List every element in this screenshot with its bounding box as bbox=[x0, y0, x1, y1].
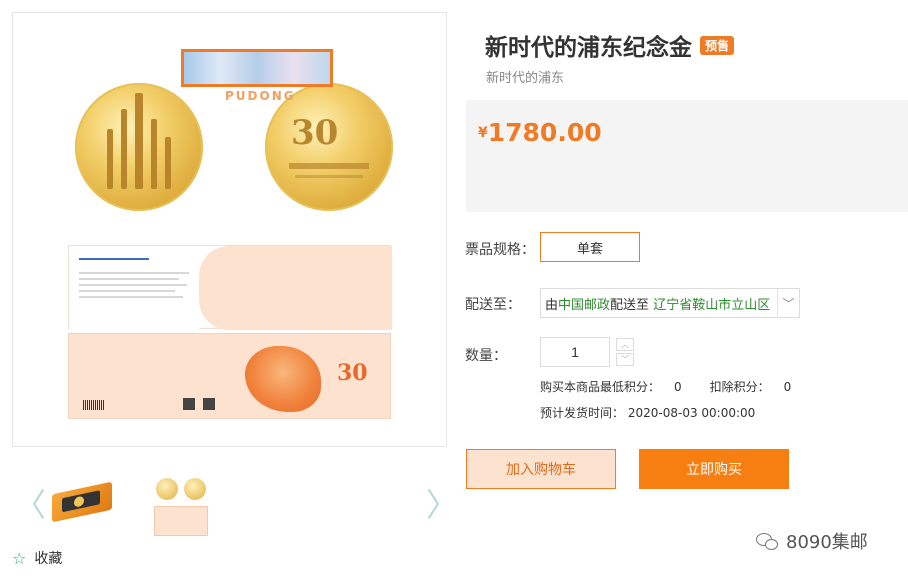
add-to-cart-button[interactable]: 加入购物车 bbox=[466, 449, 616, 489]
price: ¥1780.00 bbox=[478, 118, 602, 147]
wechat-icon bbox=[756, 531, 780, 551]
shipping-destination-select[interactable]: 由中国邮政 配送至 辽宁省鞍山市立山区 ﹀ bbox=[540, 288, 800, 318]
stamp-folder-cover: 30 bbox=[68, 333, 391, 419]
qr-code bbox=[183, 398, 195, 410]
min-points-value: 0 bbox=[674, 380, 682, 394]
presale-badge: 预售 bbox=[700, 35, 735, 55]
delivery-time: 预计发货时间： 2020-08-03 00:00:00 bbox=[540, 404, 755, 421]
qr-code bbox=[203, 398, 215, 410]
barcode bbox=[83, 400, 105, 410]
watermark-text: 8090集邮 bbox=[786, 532, 868, 553]
min-points-label: 购买本商品最低积分： bbox=[540, 380, 661, 394]
product-subtitle: 新时代的浦东 bbox=[486, 71, 565, 86]
deduct-points-label: 扣除积分： bbox=[709, 380, 770, 394]
currency-symbol: ¥ bbox=[478, 125, 488, 141]
spec-option-single-set[interactable]: 单套 bbox=[540, 232, 640, 262]
watermark: 8090集邮 bbox=[756, 528, 868, 554]
price-value: 1780.00 bbox=[487, 118, 602, 147]
chevron-down-icon[interactable]: ﹀ bbox=[777, 289, 799, 317]
cover-art bbox=[245, 346, 321, 412]
price-box: ¥1780.00 bbox=[466, 100, 908, 212]
buy-now-button[interactable]: 立即购买 bbox=[639, 449, 789, 489]
coin-obverse bbox=[75, 83, 203, 211]
gallery-prev-arrow[interactable]: 〈 bbox=[14, 480, 46, 526]
shipping-carrier: 中国邮政 bbox=[558, 297, 611, 313]
main-product-image[interactable]: 30 PUDONG 30 bbox=[12, 12, 447, 447]
quantity-decrease-button[interactable]: ﹀ bbox=[616, 353, 634, 366]
quantity-increase-button[interactable]: ︿ bbox=[616, 338, 634, 351]
stamp-folder-open bbox=[68, 245, 392, 330]
star-icon: ☆ bbox=[12, 548, 27, 568]
cover-number: 30 bbox=[337, 360, 368, 386]
shipping-label: 配送至： bbox=[465, 297, 521, 313]
deduct-points-value: 0 bbox=[783, 380, 792, 394]
quantity-input[interactable] bbox=[540, 337, 610, 367]
delivery-label: 预计发货时间： bbox=[540, 406, 625, 420]
points-info: 购买本商品最低积分： 0 扣除积分： 0 bbox=[540, 378, 819, 395]
product-page: 30 PUDONG 30 〈 〉 ☆ 收藏 新时代的浦东纪念金 预售 新时代的浦… bbox=[0, 0, 908, 578]
quantity-label: 数量： bbox=[465, 348, 507, 364]
shipping-prefix: 由 bbox=[545, 297, 559, 313]
delivery-value: 2020-08-03 00:00:00 bbox=[627, 406, 756, 420]
favorite-label: 收藏 bbox=[34, 551, 63, 567]
thumbnail-full-set[interactable] bbox=[148, 474, 214, 538]
gallery-next-arrow[interactable]: 〉 bbox=[426, 480, 458, 526]
spec-label: 票品规格： bbox=[465, 242, 535, 258]
thumbnail-case[interactable] bbox=[48, 474, 114, 538]
favorite-button[interactable]: ☆ 收藏 bbox=[12, 548, 62, 568]
shipping-middle: 配送至 bbox=[610, 297, 650, 313]
title-row: 新时代的浦东纪念金 预售 bbox=[485, 28, 735, 62]
pudong-word: PUDONG bbox=[225, 89, 296, 103]
product-title: 新时代的浦东纪念金 bbox=[485, 35, 692, 61]
coin-number: 30 bbox=[291, 113, 339, 153]
shipping-destination: 辽宁省鞍山市立山区 bbox=[653, 297, 771, 313]
stamp-strip bbox=[181, 49, 333, 87]
